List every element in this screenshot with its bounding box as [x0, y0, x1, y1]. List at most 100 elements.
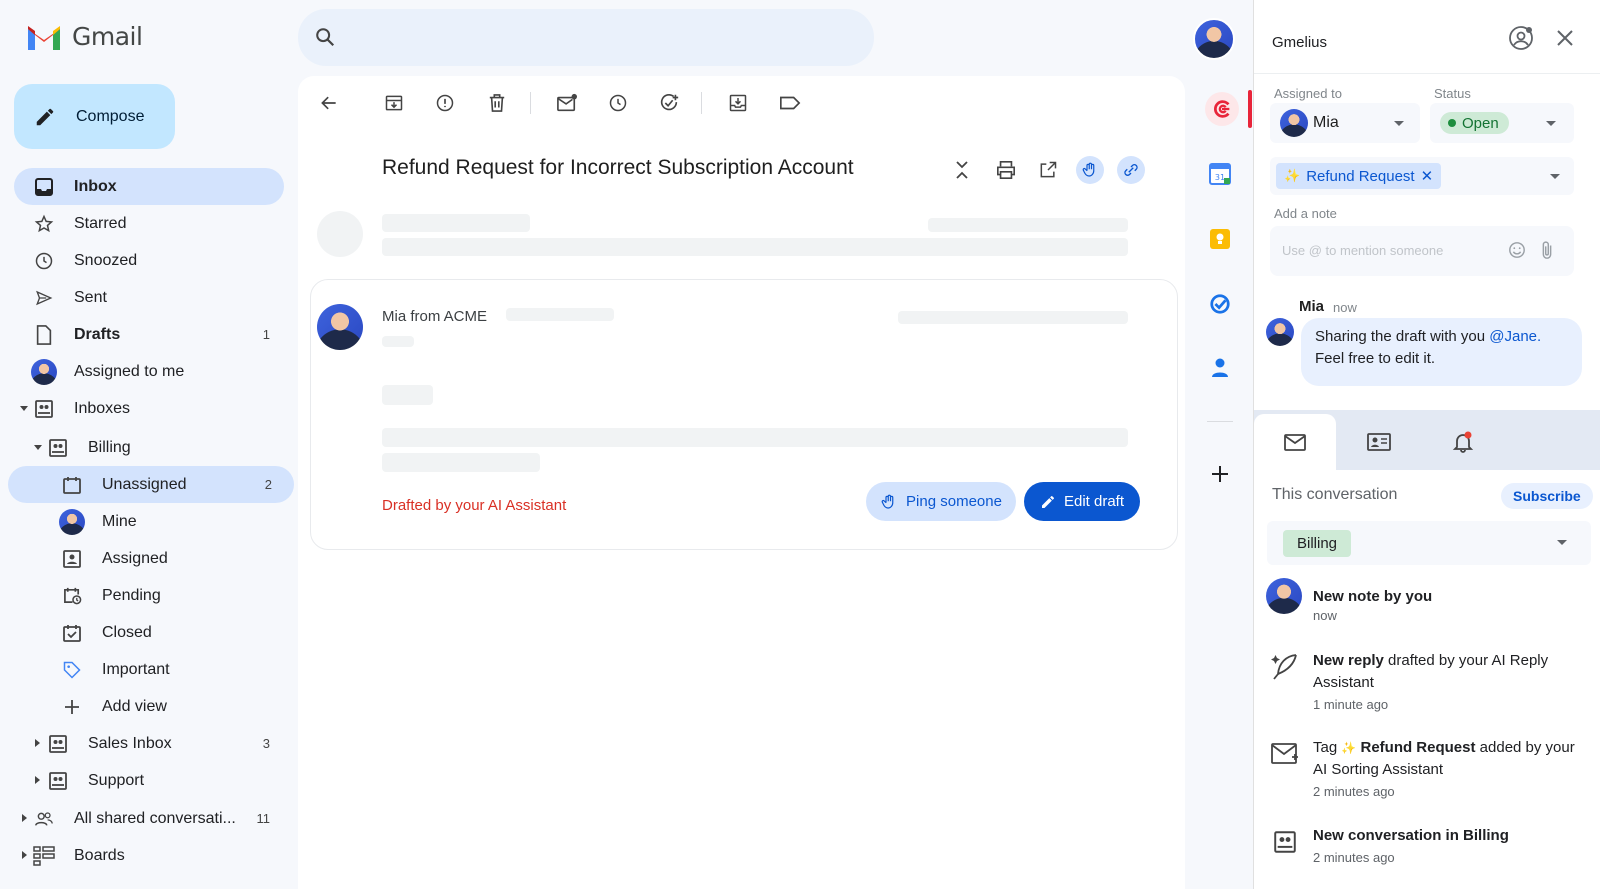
compose-button[interactable]: Compose [14, 84, 175, 149]
gmelius-addon-icon[interactable] [1205, 92, 1239, 126]
nav-closed[interactable]: Closed [8, 614, 294, 651]
pending-calendar-icon [61, 585, 83, 607]
nav-inbox[interactable]: Inbox [14, 168, 284, 205]
account-avatar[interactable] [1193, 18, 1235, 60]
tab-notifications[interactable] [1422, 414, 1504, 470]
activity-time: 1 minute ago [1313, 697, 1389, 712]
chevron-right-icon[interactable] [22, 851, 27, 859]
nav-label: Add view [102, 697, 167, 715]
ai-draft-note: Drafted by your AI Assistant [382, 497, 567, 514]
tasks-addon-icon[interactable] [1205, 289, 1235, 319]
report-spam-icon[interactable] [433, 91, 457, 115]
nav-sales-inbox[interactable]: Sales Inbox 3 [28, 725, 284, 762]
panel-divider [1254, 73, 1600, 74]
keep-addon-icon[interactable] [1205, 224, 1235, 254]
nav-starred[interactable]: Starred [14, 205, 284, 242]
nav-add-view[interactable]: Add view [8, 688, 294, 725]
remove-tag-icon[interactable]: ✕ [1421, 167, 1434, 185]
chevron-right-icon[interactable] [35, 739, 40, 747]
send-icon [33, 287, 55, 309]
nav-important[interactable]: Important [8, 651, 294, 688]
note-input[interactable]: Use @ to mention someone [1270, 226, 1574, 276]
nav-inboxes[interactable]: Inboxes [14, 390, 284, 427]
collapse-icon[interactable] [950, 158, 974, 182]
emoji-icon[interactable] [1508, 241, 1526, 259]
status-label: Status [1434, 86, 1471, 101]
nav-unassigned[interactable]: Unassigned 2 [8, 466, 294, 503]
activity-text: Tag ✨ Refund Request added by your AI So… [1313, 737, 1583, 781]
gmail-logo[interactable]: Gmail [26, 22, 143, 51]
left-navigation: Gmail Compose Inbox Starred Snoozed Sent… [0, 0, 298, 889]
ping-label: Ping someone [906, 493, 1002, 510]
inbox-icon [33, 176, 55, 198]
tag-label: Refund Request [1306, 167, 1415, 185]
archive-icon[interactable] [382, 91, 406, 115]
mention-link[interactable]: @Jane. [1489, 328, 1541, 345]
attachment-icon[interactable] [1540, 240, 1554, 260]
search-icon[interactable] [314, 26, 336, 48]
nav-boards[interactable]: Boards [14, 837, 284, 874]
close-icon[interactable] [1556, 29, 1574, 47]
account-settings-icon[interactable] [1508, 25, 1534, 51]
nav-snoozed[interactable]: Snoozed [14, 242, 284, 279]
sparkle-icon: ✨ [1341, 741, 1357, 755]
calendar-addon-icon[interactable]: 31 [1205, 159, 1235, 189]
collapsed-message-avatar [317, 211, 363, 257]
edit-draft-button[interactable]: Edit draft [1024, 482, 1140, 521]
open-new-window-icon[interactable] [1036, 158, 1060, 182]
ping-someone-button[interactable]: Ping someone [866, 482, 1016, 521]
toolbar-divider [701, 92, 702, 114]
nav-label: Support [88, 771, 145, 789]
comment-author: Mia [1299, 298, 1325, 315]
add-task-icon[interactable] [657, 91, 681, 115]
tab-email[interactable] [1254, 414, 1336, 470]
chevron-down-icon[interactable] [34, 445, 42, 450]
activity-time: now [1313, 608, 1337, 623]
activity-bold: New reply [1313, 652, 1384, 669]
skeleton-line [382, 453, 540, 472]
chevron-down-icon[interactable] [20, 406, 28, 411]
nav-support[interactable]: Support [28, 762, 284, 799]
nav-sent[interactable]: Sent [14, 279, 284, 316]
check-calendar-icon [61, 622, 83, 644]
panel-tabs [1254, 410, 1600, 470]
mark-unread-icon[interactable] [555, 91, 579, 115]
email-subject: Refund Request for Incorrect Subscriptio… [382, 156, 854, 179]
move-to-icon[interactable] [726, 91, 750, 115]
nav-drafts[interactable]: Drafts 1 [14, 316, 284, 353]
trash-icon[interactable] [485, 91, 509, 115]
share-link-icon[interactable] [1117, 156, 1145, 184]
tab-contact[interactable] [1338, 414, 1420, 470]
chevron-down-icon [1546, 121, 1556, 126]
snooze-clock-icon[interactable] [606, 91, 630, 115]
tags-select[interactable]: ✨ Refund Request ✕ [1270, 157, 1574, 195]
subscribe-button[interactable]: Subscribe [1501, 483, 1593, 509]
contacts-addon-icon[interactable] [1205, 353, 1235, 383]
label-icon[interactable] [778, 91, 802, 115]
nav-all-shared[interactable]: All shared conversati... 11 [14, 800, 284, 837]
skeleton-line [382, 336, 414, 347]
nav-label: Unassigned [102, 475, 187, 493]
inbox-select[interactable]: Billing [1267, 521, 1591, 565]
back-arrow-icon[interactable] [317, 91, 341, 115]
nav-assigned-to-me[interactable]: Assigned to me [14, 353, 284, 390]
chevron-right-icon[interactable] [22, 814, 27, 822]
chevron-right-icon[interactable] [35, 776, 40, 784]
assignee-select[interactable]: Mia [1270, 103, 1420, 143]
nav-assigned[interactable]: Assigned [8, 540, 294, 577]
nav-billing[interactable]: Billing [28, 429, 284, 466]
nav-pending[interactable]: Pending [8, 577, 294, 614]
add-addon-plus-icon[interactable] [1205, 459, 1235, 489]
comment-text-2: Feel free to edit it. [1315, 350, 1436, 367]
comment-time: now [1333, 300, 1357, 315]
search-bar[interactable] [298, 9, 874, 66]
skeleton-line [382, 214, 530, 232]
nav-label: Sales Inbox [88, 734, 172, 752]
nav-mine[interactable]: Mine [8, 503, 294, 540]
print-icon[interactable] [994, 158, 1018, 182]
ping-hand-icon[interactable] [1076, 156, 1104, 184]
activity-bold: Refund Request [1356, 739, 1476, 756]
nav-label: Boards [74, 846, 125, 864]
pencil-icon [36, 108, 54, 125]
status-select[interactable]: Open [1430, 103, 1574, 143]
